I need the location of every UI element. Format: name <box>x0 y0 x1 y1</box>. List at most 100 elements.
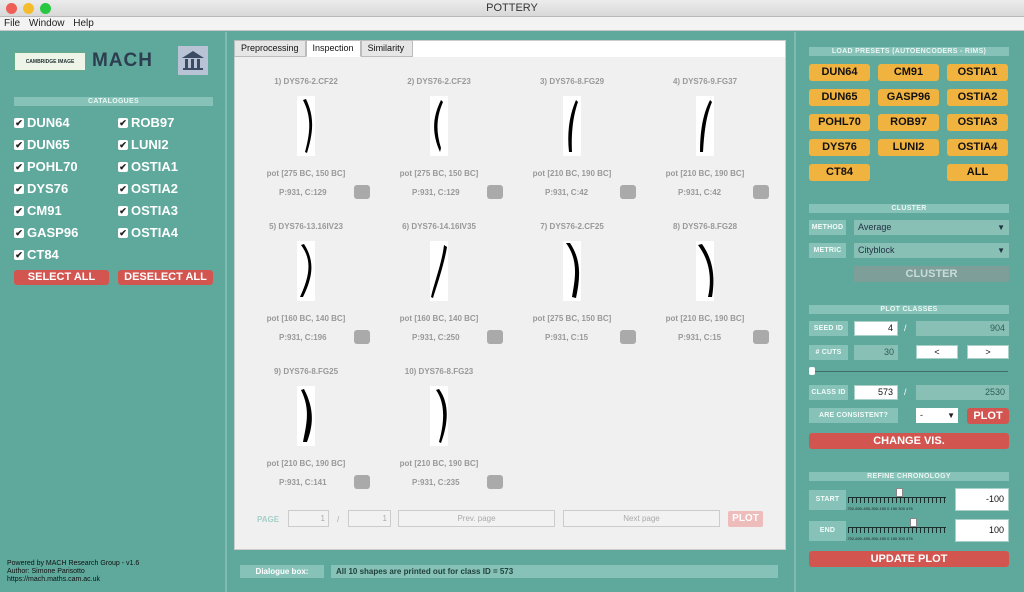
shape-period: pot [160 BC, 140 BC] <box>266 314 346 323</box>
left-divider <box>225 32 227 592</box>
shape-select-checkbox[interactable] <box>354 475 370 489</box>
catalogue-checkbox-ostia4[interactable]: ✔ OSTIA4 <box>118 225 178 240</box>
seed-slider-handle[interactable] <box>809 367 815 375</box>
catalogue-checkbox-ostia3[interactable]: ✔ OSTIA3 <box>118 203 178 218</box>
shape-select-checkbox[interactable] <box>487 475 503 489</box>
catalogue-checkbox-rob97[interactable]: ✔ ROB97 <box>118 115 174 130</box>
checkbox-check-icon[interactable]: ✔ <box>118 117 128 128</box>
preset-button-gasp96[interactable]: GASP96 <box>878 89 939 106</box>
checkbox-check-icon[interactable]: ✔ <box>118 139 128 150</box>
seed-slider-track[interactable] <box>812 371 1008 372</box>
cluster-button[interactable]: CLUSTER <box>854 266 1009 282</box>
catalogue-checkbox-dun64[interactable]: ✔ DUN64 <box>14 115 70 130</box>
tab-similarity[interactable]: Similarity <box>360 40 413 57</box>
select-all-button[interactable]: SELECT ALL <box>14 270 109 285</box>
shape-select-checkbox[interactable] <box>487 330 503 344</box>
preset-button-ct84[interactable]: CT84 <box>809 164 870 181</box>
shape-select-checkbox[interactable] <box>753 330 769 344</box>
tab-preprocessing[interactable]: Preprocessing <box>234 40 306 57</box>
prev-page-button[interactable]: Prev. page <box>398 510 555 527</box>
chevron-down-icon: ▼ <box>947 411 955 420</box>
shape-select-checkbox[interactable] <box>354 185 370 199</box>
preset-button-luni2[interactable]: LUNI2 <box>878 139 939 156</box>
plot-button[interactable]: PLOT <box>967 408 1009 424</box>
pager-plot-button[interactable]: PLOT <box>728 511 763 527</box>
page-current-field[interactable]: 1 <box>288 510 329 527</box>
shape-period: pot [210 BC, 190 BC] <box>665 314 745 323</box>
cambridge-logo-text: CAMBRIDGE IMAGE ANALYSIS <box>25 59 75 65</box>
next-cut-button[interactable]: > <box>967 345 1009 359</box>
shape-card: 5) DYS76-13.16IV23 pot [160 BC, 140 BC] P:… <box>241 202 371 344</box>
preset-button-rob97[interactable]: ROB97 <box>878 114 939 131</box>
checkbox-check-icon[interactable]: ✔ <box>14 205 24 216</box>
preset-button-ostia3[interactable]: OSTIA3 <box>947 114 1008 131</box>
catalogue-checkbox-ostia2[interactable]: ✔ OSTIA2 <box>118 181 178 196</box>
preset-button-cm91[interactable]: CM91 <box>878 64 939 81</box>
change-vis-button[interactable]: CHANGE VIS. <box>809 433 1009 449</box>
menu-file[interactable]: File <box>4 18 20 29</box>
method-select[interactable]: Average ▼ <box>854 220 1009 235</box>
end-slider-handle[interactable] <box>910 518 917 527</box>
checkbox-check-icon[interactable]: ✔ <box>14 249 24 260</box>
checkbox-check-icon[interactable]: ✔ <box>118 161 128 172</box>
end-label: END <box>809 521 846 541</box>
catalogue-checkbox-luni2[interactable]: ✔ LUNI2 <box>118 137 169 152</box>
catalogue-checkbox-gasp96[interactable]: ✔ GASP96 <box>14 225 78 240</box>
window-title: POTTERY <box>486 2 538 14</box>
catalogue-checkbox-pohl70[interactable]: ✔ POHL70 <box>14 159 78 174</box>
class-id-input[interactable]: 573 <box>854 385 898 400</box>
tab-inspection[interactable]: Inspection <box>305 40 361 57</box>
shape-select-checkbox[interactable] <box>354 330 370 344</box>
catalogue-checkbox-ostia1[interactable]: ✔ OSTIA1 <box>118 159 178 174</box>
consistent-select[interactable]: - ▼ <box>916 408 958 423</box>
preset-button-all[interactable]: ALL <box>947 164 1008 181</box>
checkbox-check-icon[interactable]: ✔ <box>118 205 128 216</box>
preset-button-dun65[interactable]: DUN65 <box>809 89 870 106</box>
catalogue-label: DUN65 <box>27 137 70 152</box>
shape-select-checkbox[interactable] <box>487 185 503 199</box>
shape-period: pot [210 BC, 190 BC] <box>532 169 612 178</box>
preset-button-ostia2[interactable]: OSTIA2 <box>947 89 1008 106</box>
consistent-label: ARE CONSISTENT? <box>809 408 898 423</box>
checkbox-check-icon[interactable]: ✔ <box>14 183 24 194</box>
preset-button-ostia1[interactable]: OSTIA1 <box>947 64 1008 81</box>
next-page-button[interactable]: Next page <box>563 510 720 527</box>
catalogue-checkbox-ct84[interactable]: ✔ CT84 <box>14 247 59 262</box>
pottery-profile-image <box>430 241 448 301</box>
preset-button-dun64[interactable]: DUN64 <box>809 64 870 81</box>
metric-select[interactable]: Cityblock ▼ <box>854 243 1009 258</box>
checkbox-check-icon[interactable]: ✔ <box>14 161 24 172</box>
update-plot-button[interactable]: UPDATE PLOT <box>809 551 1009 567</box>
start-slider[interactable]: -752-600-450-300-150 0 150 300 476 <box>846 487 950 514</box>
minimize-window-button[interactable] <box>23 3 34 14</box>
mach-logo: MACH <box>92 50 153 71</box>
start-slider-handle[interactable] <box>896 488 903 497</box>
start-input[interactable]: -100 <box>955 488 1009 511</box>
catalogue-checkbox-dys76[interactable]: ✔ DYS76 <box>14 181 68 196</box>
shape-pc: P:931, C:129 <box>279 188 327 197</box>
checkbox-check-icon[interactable]: ✔ <box>118 227 128 238</box>
preset-button-pohl70[interactable]: POHL70 <box>809 114 870 131</box>
shape-select-checkbox[interactable] <box>620 330 636 344</box>
shape-select-checkbox[interactable] <box>620 185 636 199</box>
end-slider[interactable]: -752-600-450-300-150 0 150 300 476 <box>846 517 950 544</box>
shape-select-checkbox[interactable] <box>753 185 769 199</box>
deselect-all-button[interactable]: DESELECT ALL <box>118 270 213 285</box>
menu-help[interactable]: Help <box>73 18 94 29</box>
maximize-window-button[interactable] <box>40 3 51 14</box>
checkbox-check-icon[interactable]: ✔ <box>14 139 24 150</box>
footer-url[interactable]: https://mach.maths.cam.ac.uk <box>7 576 139 584</box>
checkbox-check-icon[interactable]: ✔ <box>14 117 24 128</box>
prev-cut-button[interactable]: < <box>916 345 958 359</box>
preset-button-ostia4[interactable]: OSTIA4 <box>947 139 1008 156</box>
shape-period: pot [160 BC, 140 BC] <box>399 314 479 323</box>
checkbox-check-icon[interactable]: ✔ <box>14 227 24 238</box>
preset-button-dys76[interactable]: DYS76 <box>809 139 870 156</box>
checkbox-check-icon[interactable]: ✔ <box>118 183 128 194</box>
end-input[interactable]: 100 <box>955 519 1009 542</box>
catalogue-checkbox-cm91[interactable]: ✔ CM91 <box>14 203 62 218</box>
seed-id-input[interactable]: 4 <box>854 321 898 336</box>
close-window-button[interactable] <box>6 3 17 14</box>
menu-window[interactable]: Window <box>29 18 65 29</box>
catalogue-checkbox-dun65[interactable]: ✔ DUN65 <box>14 137 70 152</box>
